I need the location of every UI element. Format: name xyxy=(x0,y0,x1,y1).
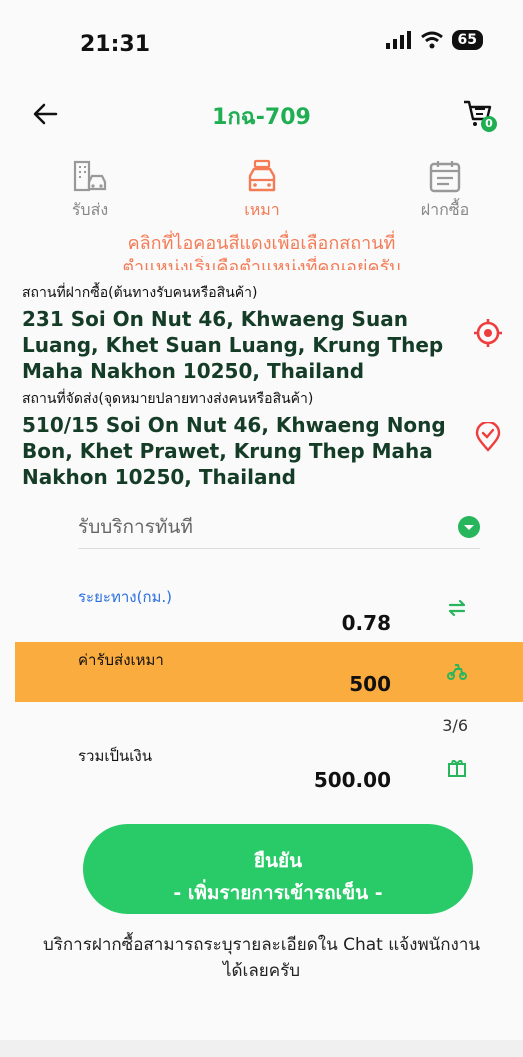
status-bar: 21:31 65 xyxy=(0,0,523,80)
app-screen: 21:31 65 1กฉ-709 0 รับส่ง เหมา ฝากซื้อ ค… xyxy=(0,0,523,1057)
tab-label: เหมา xyxy=(244,200,280,219)
service-value: รับบริการทันที xyxy=(78,516,193,538)
tab-charter[interactable]: เหมา xyxy=(212,158,312,223)
total-label: รวมเป็นเงิน xyxy=(78,747,152,765)
wifi-icon xyxy=(420,31,443,49)
dropoff-section[interactable]: สถานที่จัดส่ง(จุดหมายปลายทางส่งคนหรือสิน… xyxy=(22,388,462,490)
signal-icon xyxy=(385,31,411,49)
tab-pickup-delivery[interactable]: รับส่ง xyxy=(40,158,140,223)
status-icons: 65 xyxy=(385,30,483,50)
pickup-address[interactable]: 231 Soi On Nut 46, Khwaeng Suan Luang, K… xyxy=(22,306,462,384)
status-time: 21:31 xyxy=(80,32,151,57)
footer-note: บริการฝากซื้อสามารถระบุรายละเอียดใน Chat… xyxy=(42,935,481,981)
bottom-bar xyxy=(0,1040,523,1057)
hint-line-2: ตำแหน่งเริ่มคือตำแหน่งที่คุณอยู่ครับ xyxy=(122,257,401,270)
tab-label: ฝากซื้อ xyxy=(420,200,470,219)
service-select[interactable]: รับบริการทันที xyxy=(78,512,480,549)
building-car-icon xyxy=(73,160,107,192)
swap-icon xyxy=(448,599,466,617)
app-bar: 1กฉ-709 0 xyxy=(0,95,523,140)
location-check-icon[interactable] xyxy=(473,422,503,452)
battery-icon: 65 xyxy=(451,30,483,50)
item-counter: 3/6 xyxy=(442,716,468,735)
target-pin-icon[interactable] xyxy=(473,318,503,348)
tab-label: รับส่ง xyxy=(71,200,109,219)
hint-line-1: คลิกที่ไอคอนสีแดงเพื่อเลือกสถานที่ xyxy=(127,233,396,254)
confirm-line-2: - เพิ่มรายการเข้ารถเข็น - xyxy=(173,882,383,904)
pickup-label: สถานที่ฝากซื้อ(ต้นทางรับคนหรือสินค้า) xyxy=(22,285,258,301)
taxi-icon xyxy=(248,159,276,192)
confirm-line-1: ยืนยัน xyxy=(253,850,303,872)
mode-tabs: รับส่ง เหมา ฝากซื้อ xyxy=(0,158,523,228)
distance-value: 0.78 xyxy=(341,611,391,635)
chevron-down-icon[interactable] xyxy=(458,516,480,538)
distance-label: ระยะทาง(กม.) xyxy=(78,588,173,606)
confirm-add-to-cart-button[interactable]: ยืนยัน - เพิ่มรายการเข้ารถเข็น - xyxy=(83,824,473,914)
location-hint: คลิกที่ไอคอนสีแดงเพื่อเลือกสถานที่ ตำแหน… xyxy=(0,232,523,270)
gift-icon xyxy=(448,760,466,777)
fare-label: ค่ารับส่งเหมา xyxy=(78,651,164,669)
cart-count-badge: 0 xyxy=(481,116,497,132)
page-title: 1กฉ-709 xyxy=(212,105,311,130)
tab-buy-for-me[interactable]: ฝากซื้อ xyxy=(395,158,495,223)
total-value: 500.00 xyxy=(313,768,391,792)
fare-value: 500 xyxy=(349,672,391,696)
calendar-icon xyxy=(429,161,461,193)
dropoff-address[interactable]: 510/15 Soi On Nut 46, Khwaeng Nong Bon, … xyxy=(22,412,462,490)
dropoff-label: สถานที่จัดส่ง(จุดหมายปลายทางส่งคนหรือสิน… xyxy=(22,391,314,407)
pickup-section[interactable]: สถานที่ฝากซื้อ(ต้นทางรับคนหรือสินค้า) 23… xyxy=(22,282,462,384)
scooter-icon xyxy=(447,664,467,680)
